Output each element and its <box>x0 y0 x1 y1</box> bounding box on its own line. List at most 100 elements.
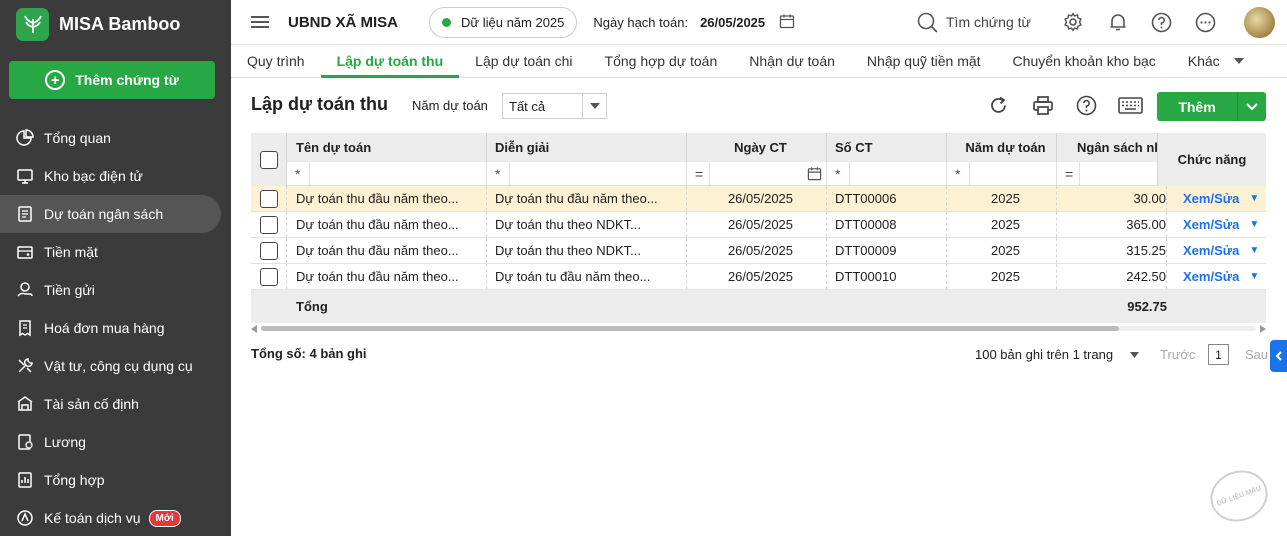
view-edit-link[interactable]: Xem/Sửa <box>1183 191 1239 206</box>
cell-amount: 315.25 <box>1057 238 1167 263</box>
settings-gear-icon[interactable] <box>1063 12 1083 35</box>
brand[interactable]: MISA Bamboo <box>16 7 181 41</box>
add-button-label: Thêm <box>1178 98 1216 115</box>
caret-down-icon[interactable]: ▼ <box>1249 245 1259 256</box>
budget-year-select[interactable]: Tất cả <box>502 93 607 119</box>
sidebar-item-salary[interactable]: Lương <box>0 423 231 461</box>
column-header-year[interactable]: Năm dự toán <box>947 133 1057 162</box>
column-header-date[interactable]: Ngày CT <box>687 133 827 162</box>
data-year-selector[interactable]: Dữ liệu năm 2025 <box>429 6 578 38</box>
sidebar-item-cash[interactable]: Tiền mặt <box>0 233 231 271</box>
previous-page-button[interactable]: Trước <box>1160 347 1196 362</box>
next-page-button[interactable]: Sau <box>1245 347 1268 362</box>
user-avatar[interactable] <box>1244 7 1275 38</box>
table-row[interactable]: Dự toán thu đầu năm theo... Dự toán tu đ… <box>251 264 1266 290</box>
sidebar-item-purchase-invoice[interactable]: Hoá đơn mua hàng <box>0 309 231 347</box>
filter-description-input[interactable] <box>509 162 686 185</box>
column-header-description[interactable]: Diễn giải <box>487 133 687 162</box>
cell-date: 26/05/2025 <box>687 238 827 263</box>
tab-revenue-budget[interactable]: Lập dự toán thu <box>320 45 460 78</box>
horizontal-scrollbar[interactable] <box>251 323 1266 333</box>
filter-operator[interactable]: * <box>947 166 969 182</box>
sidebar-nav: Tổng quan Kho bạc điện tử Dự toán ngân s… <box>0 119 231 536</box>
column-header-amount[interactable]: Ngân sách nhà <box>1057 133 1167 162</box>
column-header-name[interactable]: Tên dự toán <box>287 133 487 162</box>
tab-budget-summary[interactable]: Tổng hợp dự toán <box>589 45 734 78</box>
service-icon <box>15 508 35 528</box>
table-row[interactable]: Dự toán thu đầu năm theo... Dự toán thu … <box>251 238 1266 264</box>
filter-operator[interactable]: * <box>827 166 849 182</box>
sidebar-item-summary[interactable]: Tổng hợp <box>0 461 231 499</box>
tab-cash-receipt[interactable]: Nhập quỹ tiền mặt <box>851 45 997 78</box>
new-badge: Mới <box>148 509 181 527</box>
keyboard-icon[interactable] <box>1118 97 1143 117</box>
view-edit-link[interactable]: Xem/Sửa <box>1183 269 1239 284</box>
filter-operator[interactable]: = <box>687 166 709 182</box>
cell-year: 2025 <box>947 212 1057 237</box>
column-header-number[interactable]: Số CT <box>827 133 947 162</box>
caret-down-icon[interactable]: ▼ <box>1249 271 1259 282</box>
view-edit-link[interactable]: Xem/Sửa <box>1183 217 1239 232</box>
tab-treasury-transfer[interactable]: Chuyển khoản kho bạc <box>997 45 1172 78</box>
sidebar-item-e-treasury[interactable]: Kho bạc điện tử <box>0 157 231 195</box>
bamboo-logo-icon <box>16 7 49 41</box>
tab-receive-budget[interactable]: Nhận dự toán <box>733 45 851 78</box>
help-icon[interactable] <box>1151 12 1172 36</box>
filter-date: = <box>687 162 827 185</box>
sidebar-item-fixed-assets[interactable]: Tài sản cố định <box>0 385 231 423</box>
add-voucher-button[interactable]: + Thêm chứng từ <box>9 61 215 99</box>
filter-operator[interactable]: * <box>287 166 309 182</box>
caret-down-icon[interactable]: ▼ <box>1249 219 1259 230</box>
total-row: Tổng 952.75 <box>251 290 1266 323</box>
posting-date-label: Ngày hạch toán: <box>593 14 689 30</box>
tab-process[interactable]: Quy trình <box>231 45 321 78</box>
page-size-select[interactable]: 100 bản ghi trên 1 trang <box>975 347 1140 362</box>
tab-other[interactable]: Khác <box>1172 45 1260 78</box>
filter-operator[interactable]: = <box>1057 166 1079 182</box>
refresh-icon[interactable] <box>988 95 1009 119</box>
row-checkbox[interactable] <box>259 241 278 260</box>
app-name: MISA Bamboo <box>59 13 181 34</box>
filter-amount-input[interactable] <box>1079 162 1166 185</box>
plus-icon: + <box>45 70 66 90</box>
notification-bell-icon[interactable] <box>1108 12 1128 35</box>
filter-operator[interactable]: * <box>487 166 509 182</box>
print-icon[interactable] <box>1032 95 1054 119</box>
calendar-icon[interactable] <box>779 13 795 32</box>
filter-date-input[interactable] <box>709 162 826 185</box>
add-button[interactable]: Thêm <box>1157 92 1266 121</box>
calendar-icon <box>807 167 822 181</box>
filter-number-input[interactable] <box>849 162 946 185</box>
table-row[interactable]: Dự toán thu đầu năm theo... Dự toán thu … <box>251 186 1266 212</box>
filter-name: * <box>287 162 487 185</box>
chevron-down-icon[interactable] <box>1238 102 1266 111</box>
sidebar-item-deposit[interactable]: Tiền gửi <box>0 271 231 309</box>
row-checkbox[interactable] <box>259 215 278 234</box>
sidebar-item-overview[interactable]: Tổng quan <box>0 119 231 157</box>
cell-name: Dự toán thu đầu năm theo... <box>287 264 487 289</box>
filter-name-input[interactable] <box>309 162 486 185</box>
chevron-down-icon <box>1233 58 1244 64</box>
help-icon[interactable] <box>1076 95 1097 119</box>
row-checkbox[interactable] <box>259 267 278 286</box>
sidebar-item-label: Tài sản cố định <box>44 396 139 412</box>
sidebar-item-service-accounting[interactable]: Kế toán dịch vụ Mới <box>0 499 231 536</box>
tab-expense-budget[interactable]: Lập dự toán chi <box>459 45 588 78</box>
table-row[interactable]: Dự toán thu đầu năm theo... Dự toán thu … <box>251 212 1266 238</box>
scrollbar-thumb[interactable] <box>261 326 1119 331</box>
filter-year-input[interactable] <box>969 162 1056 185</box>
sidebar-item-supplies[interactable]: Vật tư, công cụ dụng cụ <box>0 347 231 385</box>
collapse-panel-button[interactable] <box>1270 340 1287 372</box>
menu-icon[interactable] <box>251 13 269 31</box>
cell-name: Dự toán thu đầu năm theo... <box>287 212 487 237</box>
row-checkbox[interactable] <box>259 189 278 208</box>
more-options-icon[interactable] <box>1195 12 1216 36</box>
posting-date-value[interactable]: 26/05/2025 <box>700 15 765 30</box>
sidebar-item-budget[interactable]: Dự toán ngân sách <box>0 195 221 233</box>
view-edit-link[interactable]: Xem/Sửa <box>1183 243 1239 258</box>
caret-down-icon[interactable]: ▼ <box>1249 193 1259 204</box>
module-tabs: Quy trình Lập dự toán thu Lập dự toán ch… <box>231 45 1287 78</box>
cell-actions: Xem/Sửa ▼ <box>1167 264 1266 289</box>
voucher-search[interactable]: Tìm chứng từ <box>917 12 1031 33</box>
page-number[interactable]: 1 <box>1208 344 1229 365</box>
